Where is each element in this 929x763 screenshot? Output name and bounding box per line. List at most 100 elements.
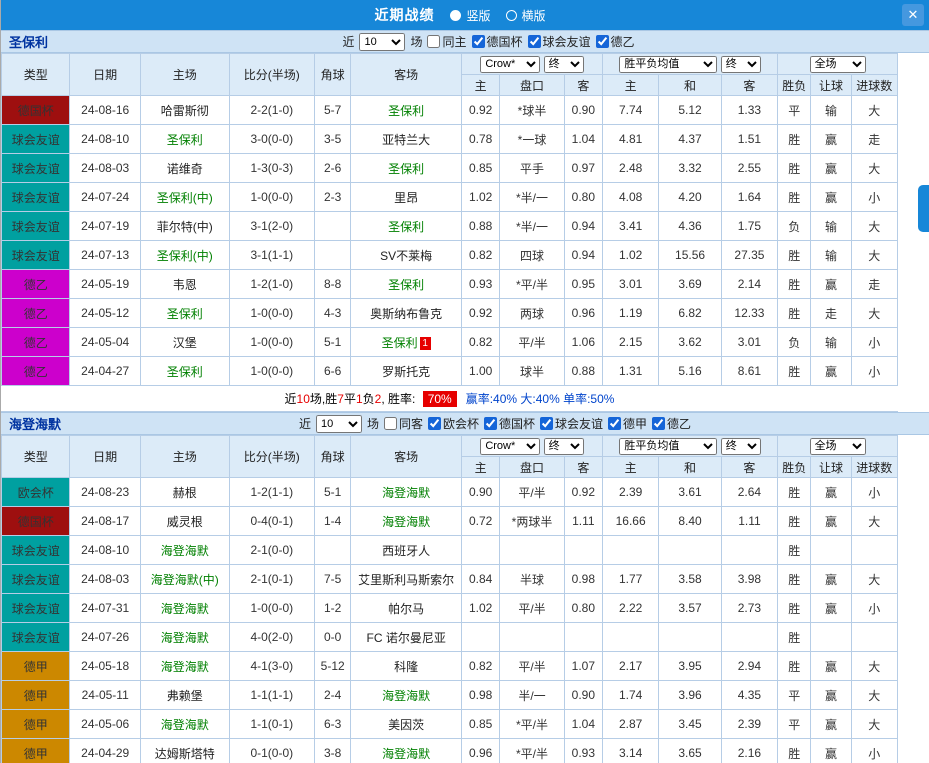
same-venue-filter-checkbox[interactable] xyxy=(427,35,440,48)
team-name: 海登海默 xyxy=(9,414,61,433)
avg-away-cell: 3.98 xyxy=(721,565,777,594)
avg-select[interactable]: 胜平负均值 xyxy=(619,438,717,455)
same-venue-filter[interactable]: 同客 xyxy=(384,415,423,432)
odds-away-cell: 0.88 xyxy=(564,357,602,386)
home-team-name: 海登海默(中) xyxy=(151,573,219,587)
col-header: 客场 xyxy=(351,436,462,478)
scope-select[interactable]: 全场 xyxy=(810,438,866,455)
odds-provider-select[interactable]: Crow* xyxy=(480,56,540,73)
sub-col-header: 胜负 xyxy=(778,457,811,478)
league-cell: 球会友谊 xyxy=(2,183,70,212)
date-cell: 24-08-16 xyxy=(70,96,140,125)
home-team-cell: 海登海默 xyxy=(140,652,229,681)
handicap-result-cell xyxy=(811,623,851,652)
league-filter-1-checkbox[interactable] xyxy=(528,35,541,48)
league-cell: 德国杯 xyxy=(2,507,70,536)
league-filter-2[interactable]: 德乙 xyxy=(596,33,635,50)
score-cell: 0-1(0-0) xyxy=(229,739,315,763)
team-name: 圣保利 xyxy=(9,32,48,51)
away-team-cell: 帕尔马 xyxy=(351,594,462,623)
avg-final-select[interactable]: 终 xyxy=(721,438,761,455)
away-team-cell: 罗斯托克 xyxy=(351,357,462,386)
radio-vertical-icon[interactable] xyxy=(450,10,461,21)
same-venue-filter[interactable]: 同主 xyxy=(427,33,466,50)
league-filter-1[interactable]: 球会友谊 xyxy=(528,33,591,50)
radio-horizontal-icon[interactable] xyxy=(506,10,517,21)
odds-final-select[interactable]: 终 xyxy=(544,56,584,73)
side-panel-tab[interactable] xyxy=(918,185,929,232)
avg-home-cell: 1.77 xyxy=(602,565,658,594)
recent-results-window: 近期战绩 竖版 横版 ✕ 圣保利近10场同主德国杯球会友谊德乙类型日期主场比分(… xyxy=(0,0,929,763)
home-team-cell: 海登海默 xyxy=(140,623,229,652)
filter-games-label: 场 xyxy=(410,33,422,50)
odds-provider-select[interactable]: Crow* xyxy=(480,438,540,455)
league-filter-1[interactable]: 德国杯 xyxy=(484,415,535,432)
league-filter-2[interactable]: 球会友谊 xyxy=(540,415,603,432)
filter-games-label: 场 xyxy=(367,415,379,432)
avg-away-cell: 2.55 xyxy=(721,154,777,183)
score-cell: 1-1(1-1) xyxy=(229,681,315,710)
score-cell: 4-1(3-0) xyxy=(229,652,315,681)
away-team-cell: 圣保利1 xyxy=(351,328,462,357)
avg-draw-cell: 3.62 xyxy=(659,328,721,357)
recent-count-select[interactable]: 10 xyxy=(359,33,405,51)
sub-col-header: 客 xyxy=(564,457,602,478)
avg-away-cell: 12.33 xyxy=(721,299,777,328)
sub-col-header: 让球 xyxy=(811,457,851,478)
league-filter-4[interactable]: 德乙 xyxy=(652,415,691,432)
avg-home-cell: 4.81 xyxy=(602,125,658,154)
date-cell: 24-05-19 xyxy=(70,270,140,299)
league-filter-4-checkbox[interactable] xyxy=(652,417,665,430)
outcome-cell: 胜 xyxy=(778,125,811,154)
scope-select[interactable]: 全场 xyxy=(810,56,866,73)
outcome-cell: 胜 xyxy=(778,623,811,652)
avg-draw-cell: 5.12 xyxy=(659,96,721,125)
handicap-cell xyxy=(500,536,564,565)
avg-select[interactable]: 胜平负均值 xyxy=(619,56,717,73)
filter-bar: 近10场同客欧会杯德国杯球会友谊德甲德乙 xyxy=(61,415,929,433)
date-cell: 24-05-11 xyxy=(70,681,140,710)
avg-away-cell: 3.01 xyxy=(721,328,777,357)
away-team-cell: 艾里斯利马斯索尔 xyxy=(351,565,462,594)
avg-draw-cell: 8.40 xyxy=(659,507,721,536)
league-filter-0[interactable]: 欧会杯 xyxy=(428,415,479,432)
sub-col-header: 胜负 xyxy=(778,75,811,96)
avg-draw-cell: 3.45 xyxy=(659,710,721,739)
league-filter-3-checkbox[interactable] xyxy=(608,417,621,430)
recent-count-select[interactable]: 10 xyxy=(316,415,362,433)
league-filter-2-checkbox[interactable] xyxy=(596,35,609,48)
match-row: 欧会杯24-08-23赫根1-2(1-1)5-1海登海默0.90平/半0.922… xyxy=(2,478,898,507)
col-header: 日期 xyxy=(70,54,140,96)
odds-home-cell: 0.92 xyxy=(462,299,500,328)
league-filter-3[interactable]: 德甲 xyxy=(608,415,647,432)
league-filter-2-checkbox[interactable] xyxy=(540,417,553,430)
away-team-name: 亚特兰大 xyxy=(382,133,430,147)
league-filter-0-checkbox[interactable] xyxy=(428,417,441,430)
avg-home-cell: 7.74 xyxy=(602,96,658,125)
league-filter-0[interactable]: 德国杯 xyxy=(472,33,523,50)
radio-vertical-label[interactable]: 竖版 xyxy=(466,7,490,24)
avg-home-cell: 1.31 xyxy=(602,357,658,386)
match-row: 德国杯24-08-17威灵根0-4(0-1)1-4海登海默0.72*两球半1.1… xyxy=(2,507,898,536)
avg-final-select[interactable]: 终 xyxy=(721,56,761,73)
same-venue-filter-checkbox[interactable] xyxy=(384,417,397,430)
odds-final-select[interactable]: 终 xyxy=(544,438,584,455)
handicap-result-cell: 赢 xyxy=(811,125,851,154)
handicap-result-cell: 走 xyxy=(811,299,851,328)
handicap-cell: 平/半 xyxy=(500,652,564,681)
goals-result-cell: 小 xyxy=(851,183,897,212)
avg-draw-cell: 3.95 xyxy=(659,652,721,681)
league-filter-0-checkbox[interactable] xyxy=(472,35,485,48)
corners-cell: 6-6 xyxy=(315,357,351,386)
avg-home-cell: 1.19 xyxy=(602,299,658,328)
match-row: 德乙24-04-27圣保利1-0(0-0)6-6罗斯托克1.00球半0.881.… xyxy=(2,357,898,386)
avg-draw-cell: 3.61 xyxy=(659,478,721,507)
close-icon[interactable]: ✕ xyxy=(902,4,924,26)
corners-cell: 1-2 xyxy=(315,594,351,623)
home-team-name: 韦恩 xyxy=(173,278,197,292)
league-filter-1-checkbox[interactable] xyxy=(484,417,497,430)
radio-horizontal-label[interactable]: 横版 xyxy=(522,7,546,24)
goals-result-cell: 大 xyxy=(851,299,897,328)
home-team-cell: 汉堡 xyxy=(140,328,229,357)
match-row: 德国杯24-08-16哈雷斯彻2-2(1-0)5-7圣保利0.92*球半0.90… xyxy=(2,96,898,125)
